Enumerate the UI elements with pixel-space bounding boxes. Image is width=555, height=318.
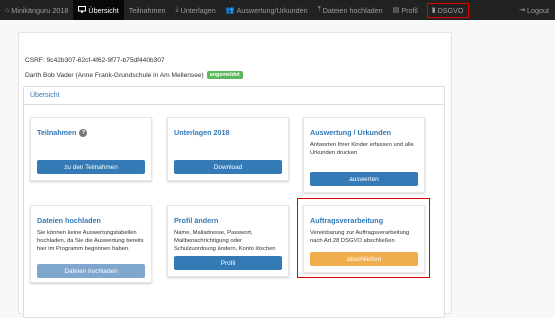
teilnahmen-button[interactable]: zu den Teilnahmen (37, 160, 145, 174)
nav-item-label: Profil (401, 5, 418, 15)
card-title: Profil ändern (174, 216, 219, 225)
nav-item-label: Dateien hochladen (322, 5, 383, 15)
download-button[interactable]: Download (174, 160, 282, 174)
card-title-text: Teilnahmen (37, 128, 77, 137)
card-title: Teilnahmen ? (37, 128, 88, 137)
nav-brand[interactable]: ⌂ Minikänguru 2018 (0, 0, 73, 20)
download-icon: ⤓ (175, 6, 179, 13)
status-badge: angemeldet (206, 71, 243, 79)
logout-icon: ⇥ (519, 7, 526, 14)
monitor-icon (78, 5, 87, 15)
user-name: Darth Bob Vader (Anne Frank-Grundschule … (25, 71, 204, 79)
home-icon: ⌂ (5, 6, 10, 14)
card-profil: Profil ändern Name, Mailadresse, Passwor… (167, 205, 289, 277)
card-text: Sie können keine Auswertungstabellen hoc… (37, 230, 144, 252)
card-text: Antworten Ihrer Kinder erfassen und alle… (310, 142, 414, 156)
nav-brand-label: Minikänguru 2018 (11, 5, 69, 15)
csrf-token: CSRF: 9c42b307-62cf-4f62-9f77-b75df440b3… (25, 57, 165, 64)
auswerten-button[interactable]: auswerten (310, 172, 418, 186)
logout-link[interactable]: ⇥ Logout (514, 0, 555, 20)
card-dateien: Dateien hochladen Sie können keine Auswe… (30, 205, 152, 283)
top-navbar: ⌂ Minikänguru 2018 Übersicht Teilnahmen … (0, 0, 555, 20)
nav-item-profil[interactable]: ▤ Profil (388, 0, 423, 20)
card-text: Name, Mailadresse, Passwort, Mailbenachr… (174, 230, 276, 252)
overview-panel: Übersicht Teilnahmen ? zu den Teilnahmen… (23, 86, 445, 318)
nav-item-unterlagen[interactable]: ⤓ Unterlagen (171, 0, 221, 20)
nav-item-uebersicht[interactable]: Übersicht (73, 0, 124, 20)
nav-item-auswertung[interactable]: 👥 Auswertung/Urkunden (221, 0, 313, 20)
id-card-icon: ▤ (392, 7, 400, 14)
card-unterlagen: Unterlagen 2018 Download (167, 117, 289, 181)
main-container: CSRF: 9c42b307-62cf-4f62-9f77-b75df440b3… (18, 32, 452, 318)
nav-item-label: Auswertung/Urkunden (236, 5, 308, 15)
nav-item-dateien[interactable]: ⤒ Dateien hochladen (313, 0, 388, 20)
profil-button[interactable]: Profil (174, 256, 282, 270)
upload-icon: ⤒ (317, 6, 321, 13)
nav-item-teilnahmen[interactable]: Teilnahmen (124, 0, 171, 20)
card-auswertung: Auswertung / Urkunden Antworten Ihrer Ki… (303, 117, 425, 193)
nav-item-label: Unterlagen (180, 5, 216, 15)
user-info: Darth Bob Vader (Anne Frank-Grundschule … (25, 71, 243, 79)
dateien-hochladen-button[interactable]: Dateien hochladen (37, 264, 145, 278)
highlight-box (297, 198, 430, 278)
nav-item-label: Teilnahmen (128, 5, 166, 15)
document-icon: ▮ (431, 7, 436, 14)
help-icon[interactable]: ? (79, 128, 88, 137)
card-title: Unterlagen 2018 (174, 128, 230, 137)
logout-label: Logout (527, 5, 549, 15)
users-icon: 👥 (225, 7, 235, 14)
nav-item-dsgvo[interactable]: ▮ DSGVO (426, 2, 469, 18)
overview-heading: Übersicht (24, 87, 444, 105)
card-title: Auswertung / Urkunden (310, 128, 392, 137)
card-title: Dateien hochladen (37, 216, 101, 225)
nav-item-label: Übersicht (88, 5, 119, 15)
nav-item-label: DSGVO (437, 5, 464, 15)
card-teilnahmen: Teilnahmen ? zu den Teilnahmen (30, 117, 152, 181)
